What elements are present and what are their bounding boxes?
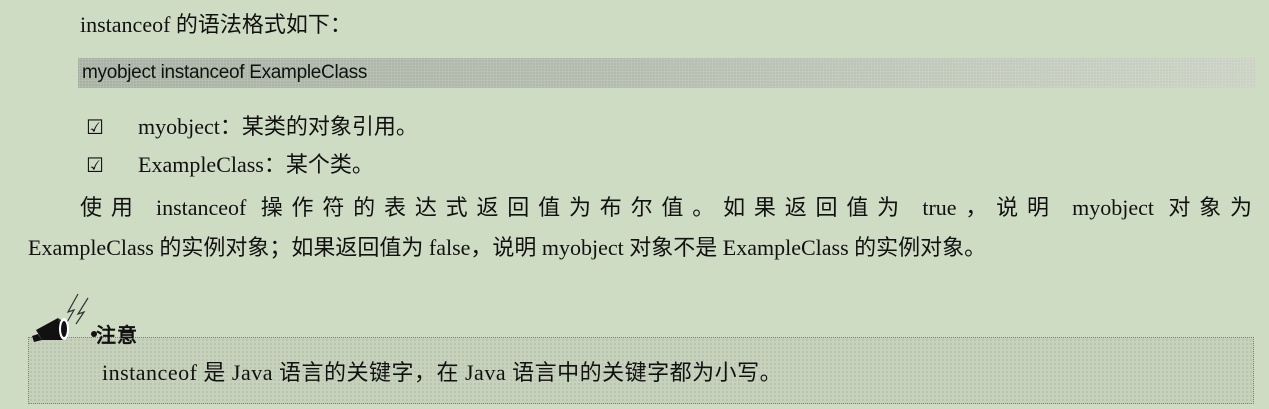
- intro-text: instanceof 的语法格式如下：: [80, 12, 352, 37]
- bullet-text: ExampleClass：某个类。: [138, 152, 374, 177]
- bullet-item: ☑ ExampleClass：某个类。: [86, 150, 374, 180]
- paragraph-line-1: 使用 instanceof 操作符的表达式返回值为布尔值。如果返回值为 true…: [80, 195, 1252, 220]
- code-block: myobject instanceof ExampleClass: [82, 62, 368, 83]
- document-page: instanceof 的语法格式如下： myobject instanceof …: [0, 0, 1269, 409]
- paragraph-line-2: ExampleClass 的实例对象；如果返回值为 false，说明 myobj…: [28, 235, 987, 260]
- bullet-item: ☑ myobject：某类的对象引用。: [86, 112, 418, 142]
- note-text: instanceof 是 Java 语言的关键字，在 Java 语言中的关键字都…: [102, 360, 783, 385]
- bullet-text: myobject：某类的对象引用。: [138, 114, 418, 139]
- checkbox-icon: ☑: [86, 115, 104, 139]
- checkbox-icon: ☑: [86, 153, 104, 177]
- note-title: 注意: [96, 323, 138, 347]
- megaphone-icon: [32, 293, 97, 342]
